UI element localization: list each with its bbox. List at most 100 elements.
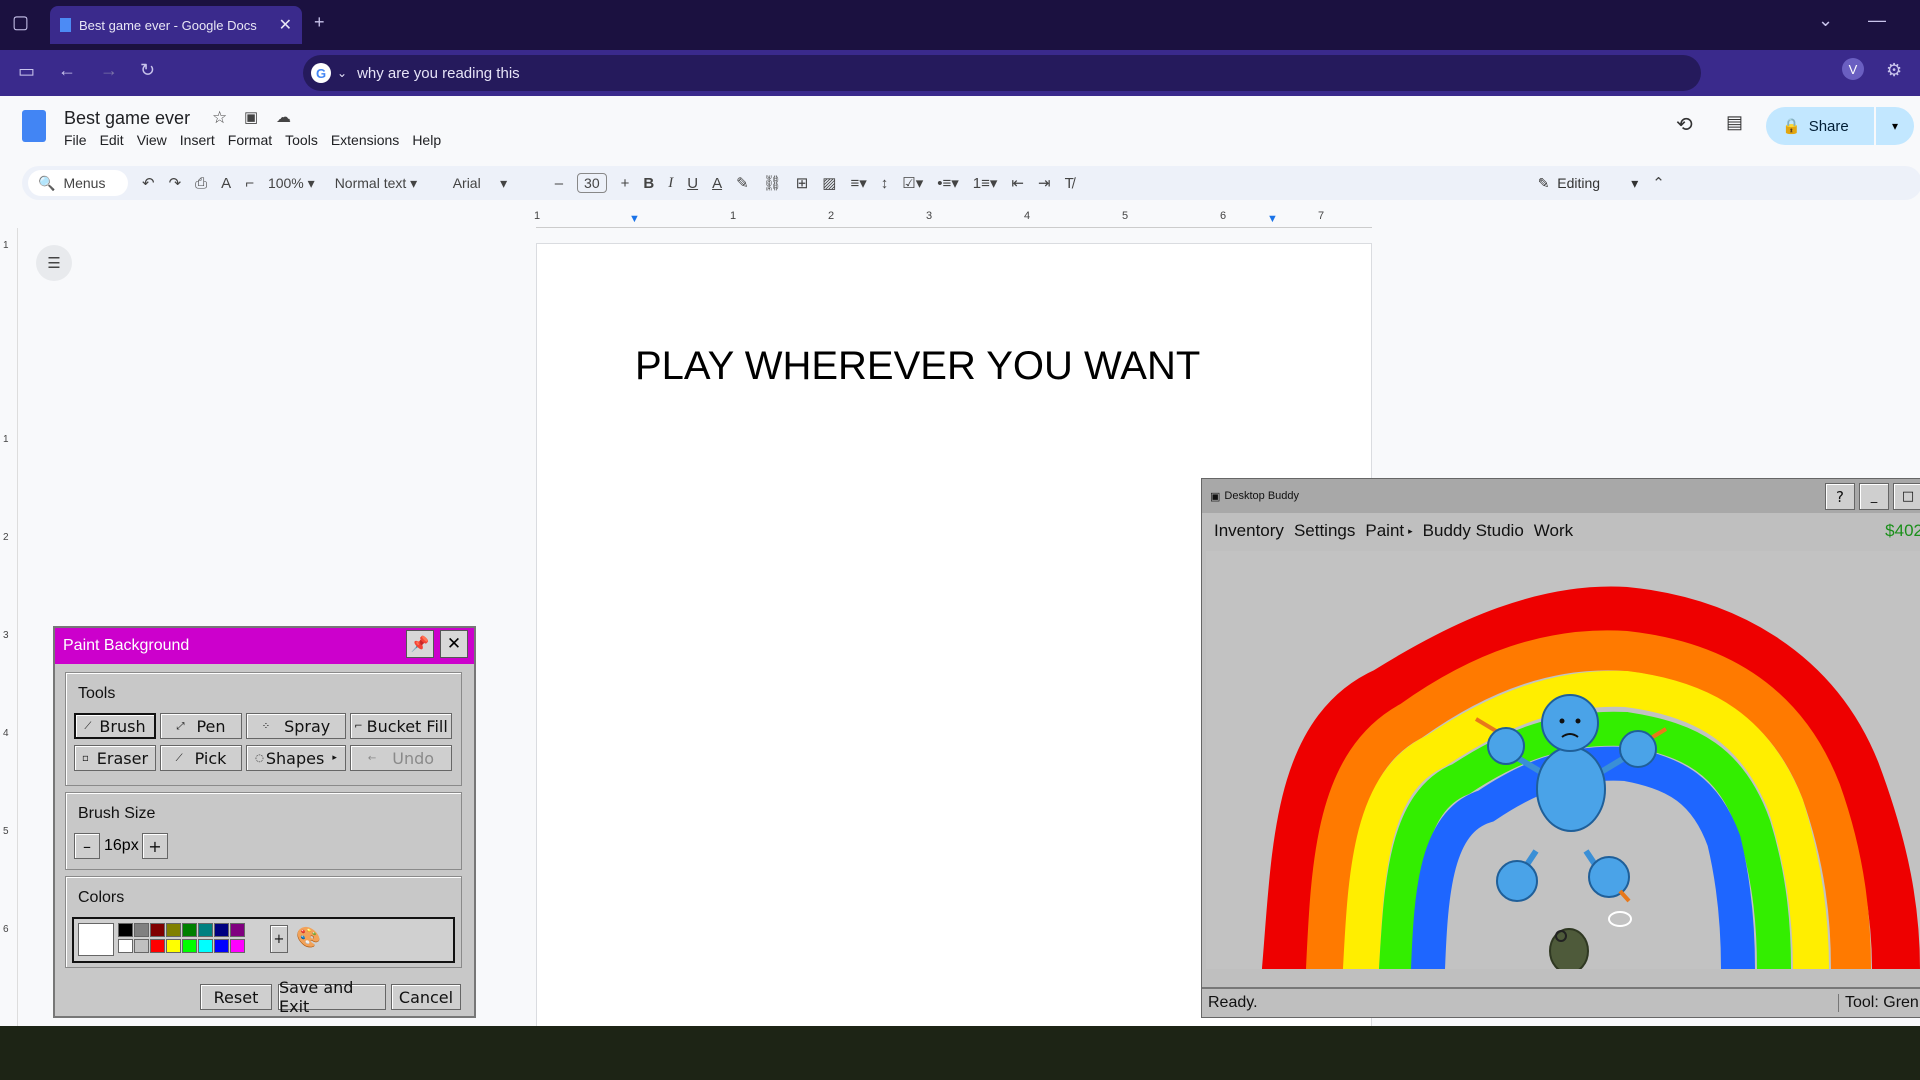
color-swatch[interactable] [134,939,149,953]
decrease-brush-size-button[interactable]: – [74,833,100,859]
outline-icon[interactable]: ☰ [36,245,72,281]
highlight-icon[interactable]: ✎ [736,174,749,192]
decrease-font-size-icon[interactable]: – [555,175,563,192]
bold-icon[interactable]: B [643,175,654,192]
insert-image-icon[interactable]: ▨ [822,174,836,192]
menu-insert[interactable]: Insert [180,132,215,148]
spellcheck-icon[interactable]: A [221,175,231,192]
share-dropdown-icon[interactable]: ▾ [1876,107,1914,145]
clear-formatting-icon[interactable]: T̸ [1065,175,1074,192]
reset-button[interactable]: Reset [200,984,272,1010]
underline-icon[interactable]: U [687,175,698,192]
address-bar[interactable]: G ⌄ why are you reading this [303,55,1701,91]
color-swatch[interactable] [198,939,213,953]
move-folder-icon[interactable]: ▣ [244,108,258,126]
back-icon[interactable]: ← [58,60,76,81]
editing-mode-select[interactable]: ✎ Editing ▾ [1538,175,1638,192]
eraser-tool-button[interactable]: ▫ Eraser [74,745,156,771]
undo-icon[interactable]: ↶ [142,174,155,192]
color-swatch[interactable] [118,923,133,937]
menu-inventory[interactable]: Inventory [1214,521,1284,541]
color-swatch[interactable] [182,939,197,953]
pen-tool-button[interactable]: ⤢ Pen [160,713,242,739]
menu-edit[interactable]: Edit [100,132,124,148]
share-button[interactable]: 🔒 Share [1766,107,1874,145]
forward-icon[interactable]: → [100,60,118,81]
pick-tool-button[interactable]: ⟋ Pick [160,745,242,771]
right-indent-marker-icon[interactable]: ▼ [1267,213,1278,225]
buddy-canvas[interactable] [1206,551,1920,969]
sidebar-toggle-icon[interactable]: ▭ [18,61,35,82]
menu-tools[interactable]: Tools [285,132,318,148]
collapse-toolbar-icon[interactable]: ⌃ [1652,174,1665,192]
color-swatch[interactable] [150,923,165,937]
bucket-fill-tool-button[interactable]: ⌐ Bucket Fill [350,713,452,739]
minimize-window-icon[interactable]: — [1868,10,1886,31]
menu-work[interactable]: Work [1534,521,1573,541]
color-swatch[interactable] [230,923,245,937]
color-swatch[interactable] [198,923,213,937]
docs-logo-icon[interactable] [22,110,46,142]
tab-search-icon[interactable]: ▢ [12,12,29,33]
profile-avatar[interactable]: V [1842,58,1864,80]
minimize-icon[interactable]: _ [1859,483,1889,510]
menu-paint[interactable]: Paint [1365,521,1404,541]
close-tab-icon[interactable]: ✕ [279,15,292,35]
menu-help[interactable]: Help [412,132,441,148]
zoom-select[interactable]: 100% ▾ [268,175,315,192]
numbered-list-icon[interactable]: 1≡▾ [973,174,998,192]
pin-icon[interactable]: 📌 [406,630,434,658]
style-select[interactable]: Normal text ▾ [335,175,439,192]
bulleted-list-icon[interactable]: •≡▾ [937,174,959,192]
menu-view[interactable]: View [137,132,167,148]
align-icon[interactable]: ≡▾ [850,174,866,192]
maximize-icon[interactable]: □ [1893,483,1920,510]
add-comment-icon[interactable]: ⊞ [796,174,809,192]
checklist-icon[interactable]: ☑▾ [902,174,923,192]
shapes-tool-button[interactable]: ◌ Shapes ▸ [246,745,346,771]
menu-extensions[interactable]: Extensions [331,132,399,148]
save-and-exit-button[interactable]: Save and Exit [278,978,386,1016]
decrease-indent-icon[interactable]: ⇤ [1011,174,1024,192]
add-color-button[interactable]: + [270,925,288,953]
redo-icon[interactable]: ↷ [169,174,182,192]
menu-buddy-studio[interactable]: Buddy Studio [1423,521,1524,541]
menu-file[interactable]: File [64,132,87,148]
chevron-down-icon[interactable]: ⌄ [337,66,347,80]
color-swatch[interactable] [214,923,229,937]
close-icon[interactable]: ✕ [440,630,468,658]
document-title[interactable]: Best game ever [64,108,190,129]
italic-icon[interactable]: I [668,175,673,192]
color-swatch[interactable] [118,939,133,953]
color-swatch[interactable] [166,939,181,953]
version-history-icon[interactable]: ⟲ [1676,112,1693,137]
browser-tab[interactable]: Best game ever - Google Docs ✕ [50,6,302,44]
font-select[interactable]: Arial ▾ [453,175,541,192]
horizontal-ruler[interactable]: 1 1 2 3 4 5 6 7 ▼ ▼ [534,210,1372,228]
color-swatch[interactable] [134,923,149,937]
link-icon[interactable]: ⛓ [763,174,782,192]
text-color-icon[interactable]: A [712,175,722,192]
cancel-button[interactable]: Cancel [391,984,461,1010]
color-swatch[interactable] [166,923,181,937]
color-swatch[interactable] [150,939,165,953]
color-swatch[interactable] [182,923,197,937]
document-body-text[interactable]: PLAY WHEREVER YOU WANT [635,344,1200,389]
extensions-icon[interactable]: ⚙ [1886,60,1902,81]
line-spacing-icon[interactable]: ↕ [881,175,889,192]
help-button[interactable]: ? [1825,483,1855,510]
undo-button[interactable]: ← Undo [350,745,452,771]
buddy-title-bar[interactable]: ▣ Desktop Buddy [1202,479,1920,513]
reload-icon[interactable]: ↻ [140,60,155,81]
brush-tool-button[interactable]: ⟋ Brush [74,713,156,739]
menus-search[interactable]: 🔍 Menus [28,170,128,196]
left-indent-marker-icon[interactable]: ▼ [629,213,640,225]
spray-tool-button[interactable]: ⁘ Spray [246,713,346,739]
font-size-input[interactable]: 30 [577,173,607,193]
tab-list-chevron-icon[interactable]: ⌄ [1818,10,1833,31]
grenade-icon[interactable] [1549,928,1589,969]
star-icon[interactable]: ☆ [212,108,227,128]
print-icon[interactable]: ⎙ [195,175,207,192]
color-picker-icon[interactable]: 🎨 [296,925,321,950]
paint-format-icon[interactable]: ⌐ [245,175,254,192]
